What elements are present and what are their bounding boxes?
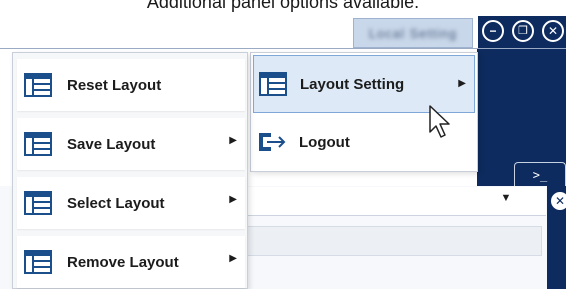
restore-icon: ❐ (518, 24, 528, 37)
menu-item-label: Logout (299, 133, 350, 151)
menu-item-select-layout[interactable]: Select Layout ▶ (17, 177, 245, 229)
close-window-button[interactable]: ✕ (542, 20, 564, 42)
logout-icon (259, 133, 286, 151)
terminal-icon: >_ (532, 167, 548, 182)
mouse-cursor-icon (429, 105, 450, 138)
chevron-right-icon: ▶ (229, 135, 237, 146)
layout-grid-icon (24, 73, 52, 97)
layout-menu: Reset Layout Save Layout ▶ Select Layout… (12, 52, 248, 289)
dropdown-arrow-icon[interactable]: ▼ (498, 192, 514, 208)
menu-item-label: Reset Layout (67, 76, 162, 94)
user-name: Local Setting (368, 25, 458, 41)
panel-close-button[interactable]: ✕ (549, 190, 566, 212)
minimize-button[interactable]: − (482, 20, 504, 42)
chevron-right-icon: ▶ (229, 253, 237, 264)
minimize-icon: − (489, 24, 497, 38)
menu-item-label: Select Layout (67, 194, 165, 212)
page-caption: Additional panel options available. (146, 0, 420, 12)
menu-item-reset-layout[interactable]: Reset Layout (17, 59, 245, 111)
menu-item-save-layout[interactable]: Save Layout ▶ (17, 118, 245, 170)
chevron-right-icon: ▶ (229, 194, 237, 205)
terminal-tab[interactable]: >_ (514, 162, 566, 186)
layout-grid-icon (24, 250, 52, 274)
restore-button[interactable]: ❐ (512, 20, 534, 42)
layout-grid-icon (24, 191, 52, 215)
menu-item-label: Remove Layout (67, 253, 179, 271)
layout-grid-icon (259, 72, 287, 96)
layout-grid-icon (24, 132, 52, 156)
grid-header (246, 226, 542, 256)
close-icon: ✕ (547, 24, 559, 38)
menu-item-remove-layout[interactable]: Remove Layout ▶ (17, 236, 245, 288)
user-account-button[interactable]: Local Setting (353, 18, 473, 48)
menu-item-label: Save Layout (67, 135, 156, 153)
menu-item-label: Layout Setting (300, 75, 405, 93)
chevron-right-icon: ▶ (458, 78, 466, 89)
close-icon: ✕ (554, 194, 566, 208)
